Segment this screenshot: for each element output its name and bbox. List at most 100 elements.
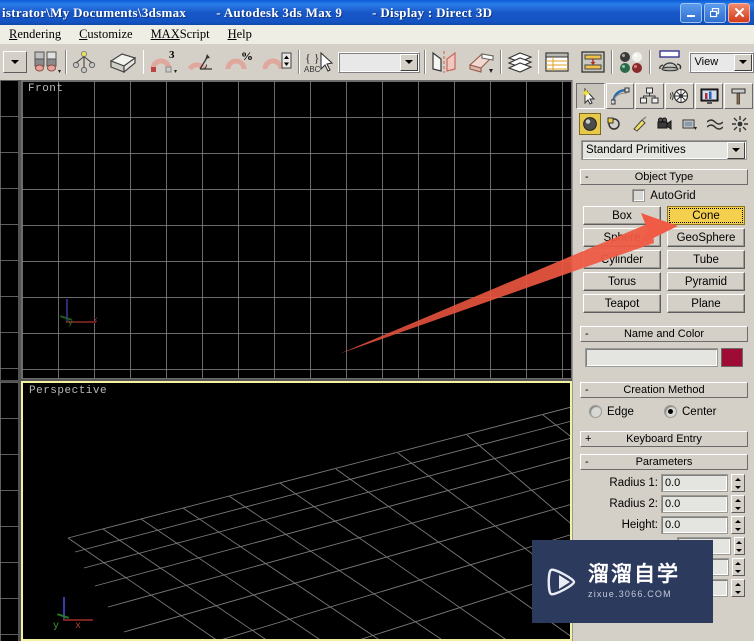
menu-rendering[interactable]: Rendering	[0, 26, 70, 43]
app-window: istrator\My Documents\3dsmax - Autodesk 3…	[0, 0, 754, 641]
geosphere-button[interactable]: GeoSphere	[667, 228, 745, 247]
align-button[interactable]	[466, 49, 496, 75]
object-type-title: Object Type	[634, 171, 694, 183]
cylinder-button[interactable]: Cylinder	[583, 250, 661, 269]
torus-button[interactable]: Torus	[583, 272, 661, 291]
viewport-type-caret[interactable]	[734, 53, 753, 71]
motion-tab[interactable]	[665, 83, 694, 109]
display-tab[interactable]	[694, 83, 724, 109]
render-scene-button[interactable]	[655, 49, 685, 75]
perspective-viewport-label[interactable]: Perspective	[29, 385, 107, 397]
menu-help[interactable]: Help	[219, 26, 261, 43]
svg-text:ABC: ABC	[304, 65, 321, 74]
creation-method-header[interactable]: - Creation Method	[580, 382, 748, 398]
height-spinner[interactable]	[731, 516, 745, 534]
schematic-view-icon	[581, 51, 605, 73]
modify-tab[interactable]	[605, 83, 635, 109]
lights-subtab[interactable]	[629, 113, 651, 135]
sides-spinner[interactable]	[731, 579, 745, 597]
height-segments-spinner[interactable]	[733, 537, 745, 555]
snaps-toggle-button[interactable]: 3	[148, 49, 178, 75]
tube-button[interactable]: Tube	[667, 250, 745, 269]
spinner-snap-button[interactable]	[262, 49, 294, 75]
primitives-category-dropdown[interactable]: Standard Primitives	[581, 140, 747, 160]
cameras-subtab[interactable]	[654, 113, 676, 135]
front-viewport[interactable]: Front y x	[21, 80, 572, 379]
center-radio-wrap[interactable]: Center	[664, 405, 739, 418]
menu-maxscript[interactable]: MAXScript	[142, 26, 219, 43]
radius1-spinner[interactable]	[731, 474, 745, 492]
schematic-view-button[interactable]	[579, 49, 607, 75]
center-label: Center	[682, 405, 717, 418]
toolbar-separator	[65, 50, 67, 74]
menu-bar: Rendering Customize MAXScript Help	[0, 25, 754, 45]
keyboard-entry-header[interactable]: + Keyboard Entry	[580, 431, 748, 447]
creation-method-rollout: - Creation Method Edge Center	[580, 382, 748, 423]
name-and-color-header[interactable]: - Name and Color	[580, 326, 748, 342]
shapes-subtab[interactable]	[604, 113, 626, 135]
geometry-subtab[interactable]	[579, 113, 601, 135]
edge-radio[interactable]	[589, 405, 602, 418]
named-selection-caret[interactable]	[400, 53, 419, 71]
curve-editor-button[interactable]	[543, 49, 571, 75]
object-type-header[interactable]: - Object Type	[580, 169, 748, 185]
parameters-header[interactable]: - Parameters	[580, 454, 748, 470]
undo-dropdown-button[interactable]	[3, 51, 27, 73]
layer-manager-button[interactable]	[506, 49, 534, 75]
edge-label: Edge	[607, 405, 634, 418]
radius1-label: Radius 1:	[609, 477, 658, 489]
height-input[interactable]: 0.0	[661, 516, 728, 534]
undo-redo-button[interactable]	[33, 49, 61, 75]
angle-snap-button[interactable]	[186, 49, 216, 75]
pyramid-button[interactable]: Pyramid	[667, 272, 745, 291]
menu-customize[interactable]: Customize	[70, 26, 141, 43]
left-clipped-viewport-lower[interactable]	[0, 382, 18, 641]
name-color-row	[583, 346, 745, 369]
helpers-subtab[interactable]	[679, 113, 701, 135]
systems-subtab[interactable]	[729, 113, 751, 135]
axis-label-x: x	[93, 316, 98, 325]
primitives-category-caret[interactable]	[727, 141, 745, 159]
chevron-down-icon	[11, 60, 19, 64]
cone-button[interactable]: Cone	[667, 206, 745, 225]
viewport-type-combo[interactable]: View	[688, 51, 754, 73]
teapot-button[interactable]: Teapot	[583, 294, 661, 313]
plane-button[interactable]: Plane	[667, 294, 745, 313]
radius2-input[interactable]: 0.0	[661, 495, 728, 513]
close-button[interactable]	[728, 2, 750, 23]
edge-radio-wrap[interactable]: Edge	[589, 405, 664, 418]
layer-manager-icon	[507, 52, 532, 73]
object-color-swatch[interactable]	[721, 348, 743, 367]
sphere-button[interactable]: Sphere	[583, 228, 661, 247]
toolbar-separator-5	[499, 50, 502, 74]
hierarchy-tab[interactable]	[635, 83, 665, 109]
select-and-link-button[interactable]	[71, 49, 97, 75]
front-viewport-label[interactable]: Front	[28, 83, 64, 95]
render-scene-icon	[658, 50, 681, 72]
object-name-input[interactable]	[585, 348, 718, 367]
percent-snap-button[interactable]: %	[224, 49, 254, 75]
creation-method-body: Edge Center	[580, 398, 748, 423]
toolbar-separator-2	[142, 50, 145, 74]
minimize-button[interactable]	[680, 2, 702, 23]
center-radio[interactable]	[664, 405, 677, 418]
named-selection-sets-button[interactable]: { } ABC	[304, 49, 334, 75]
named-selection-combo[interactable]	[338, 51, 421, 73]
bind-space-warp-button[interactable]	[107, 49, 139, 75]
spacewarps-subtab[interactable]	[704, 113, 726, 135]
cone-button-label: Cone	[692, 209, 720, 222]
create-tab[interactable]	[576, 83, 605, 109]
perspective-viewport[interactable]: Perspective y x	[21, 381, 572, 641]
creation-method-options: Edge Center	[583, 402, 745, 420]
maximize-button[interactable]	[704, 2, 726, 23]
radius1-input[interactable]: 0.0	[661, 474, 728, 492]
left-clipped-viewport[interactable]	[0, 80, 18, 380]
box-button[interactable]: Box	[583, 206, 661, 225]
radius2-spinner[interactable]	[731, 495, 745, 513]
utilities-tab[interactable]	[724, 83, 754, 109]
cap-segments-spinner[interactable]	[731, 558, 745, 576]
autogrid-row[interactable]: AutoGrid	[583, 189, 745, 202]
autogrid-checkbox[interactable]	[632, 189, 646, 202]
mirror-button[interactable]	[430, 49, 458, 75]
material-editor-button[interactable]	[617, 49, 645, 75]
